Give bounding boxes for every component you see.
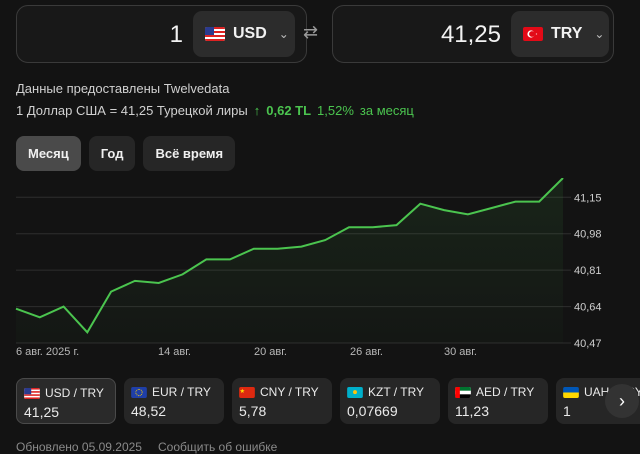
pair-label: AED / TRY (476, 385, 535, 399)
to-currency-select[interactable]: TRY ⌄ (511, 11, 609, 57)
from-currency-code: USD (233, 25, 267, 42)
to-amount-input[interactable]: 41,25 (333, 6, 501, 64)
chart-area (16, 178, 563, 343)
y-tick-label: 40,98 (574, 229, 602, 241)
tab-all-time[interactable]: Всё время (143, 136, 236, 171)
pair-value: 48,52 (131, 403, 167, 419)
tr-flag-icon (523, 27, 543, 41)
kz-flag-icon (347, 386, 363, 398)
pair-value: 11,23 (455, 403, 489, 419)
us-flag-icon (205, 27, 225, 41)
us-flag-icon (24, 387, 40, 399)
eu-flag-icon (131, 386, 147, 398)
ua-flag-icon (563, 386, 579, 398)
from-currency-select[interactable]: USD ⌄ (193, 11, 295, 57)
y-tick-label: 40,64 (574, 302, 602, 314)
rate-change-abs: 0,62 TL (266, 103, 312, 118)
to-currency-code: TRY (551, 25, 583, 42)
rate-change-pct: 1,52% (317, 103, 354, 118)
pair-kzt-try[interactable]: KZT / TRY 0,07669 (340, 378, 440, 424)
rate-chart[interactable]: 41,15 40,98 40,81 40,64 40,47 6 авг. 2025 г.… (0, 178, 640, 364)
pair-cny-try[interactable]: CNY / TRY 5,78 (232, 378, 332, 424)
y-tick-label: 41,15 (574, 192, 602, 204)
y-tick-label: 40,47 (574, 338, 602, 350)
arrow-up-icon: ↑ (253, 103, 261, 118)
pair-value: 0,07669 (347, 403, 398, 419)
pair-label: USD / TRY (45, 386, 104, 400)
tab-month[interactable]: Месяц (16, 136, 81, 171)
x-axis-labels: 6 авг. 2025 г. 14 авг. 20 авг. 26 авг. 30 ав… (16, 346, 477, 358)
x-tick-label: 6 авг. 2025 г. (16, 346, 79, 358)
next-arrow-button[interactable]: › (605, 384, 639, 418)
from-amount-box[interactable]: 1 USD ⌄ (16, 5, 307, 63)
pair-value: 5,78 (239, 403, 267, 419)
y-axis-labels: 41,15 40,98 40,81 40,64 40,47 (574, 192, 602, 350)
x-tick-label: 14 авг. (158, 346, 191, 358)
pair-label: CNY / TRY (260, 385, 319, 399)
y-tick-label: 40,81 (574, 265, 602, 277)
pair-label: KZT / TRY (368, 385, 425, 399)
chevron-down-icon: ⌄ (278, 27, 289, 41)
rate-summary: 1 Доллар США = 41,25 Турецкой лиры ↑ 0,6… (16, 103, 414, 118)
x-tick-label: 30 авг. (444, 346, 477, 358)
data-source: Данные предоставлены Twelvedata (16, 81, 230, 96)
to-amount-box[interactable]: 41,25 TRY ⌄ (332, 5, 614, 63)
pair-eur-try[interactable]: EUR / TRY 48,52 (124, 378, 224, 424)
rate-period: за месяц (359, 103, 414, 118)
swap-icon[interactable]: ⇄ (303, 22, 318, 43)
period-tabs: Месяц Год Всё время (16, 136, 236, 171)
pair-label: EUR / TRY (152, 385, 211, 399)
x-tick-label: 20 авг. (254, 346, 287, 358)
cn-flag-icon (239, 386, 255, 398)
rate-text: 1 Доллар США = 41,25 Турецкой лиры (16, 103, 248, 118)
currency-pairs: USD / TRY 41,25 EUR / TRY 48,52 CNY / TR (16, 378, 640, 424)
pair-value: 41,25 (24, 404, 60, 420)
pair-aed-try[interactable]: AED / TRY 11,23 (448, 378, 548, 424)
ae-flag-icon (455, 386, 471, 398)
pair-usd-try[interactable]: USD / TRY 41,25 (16, 378, 116, 424)
x-tick-label: 26 авг. (350, 346, 383, 358)
from-amount-input[interactable]: 1 (17, 6, 183, 64)
tab-year[interactable]: Год (88, 136, 136, 171)
chevron-down-icon: ⌄ (594, 27, 605, 41)
